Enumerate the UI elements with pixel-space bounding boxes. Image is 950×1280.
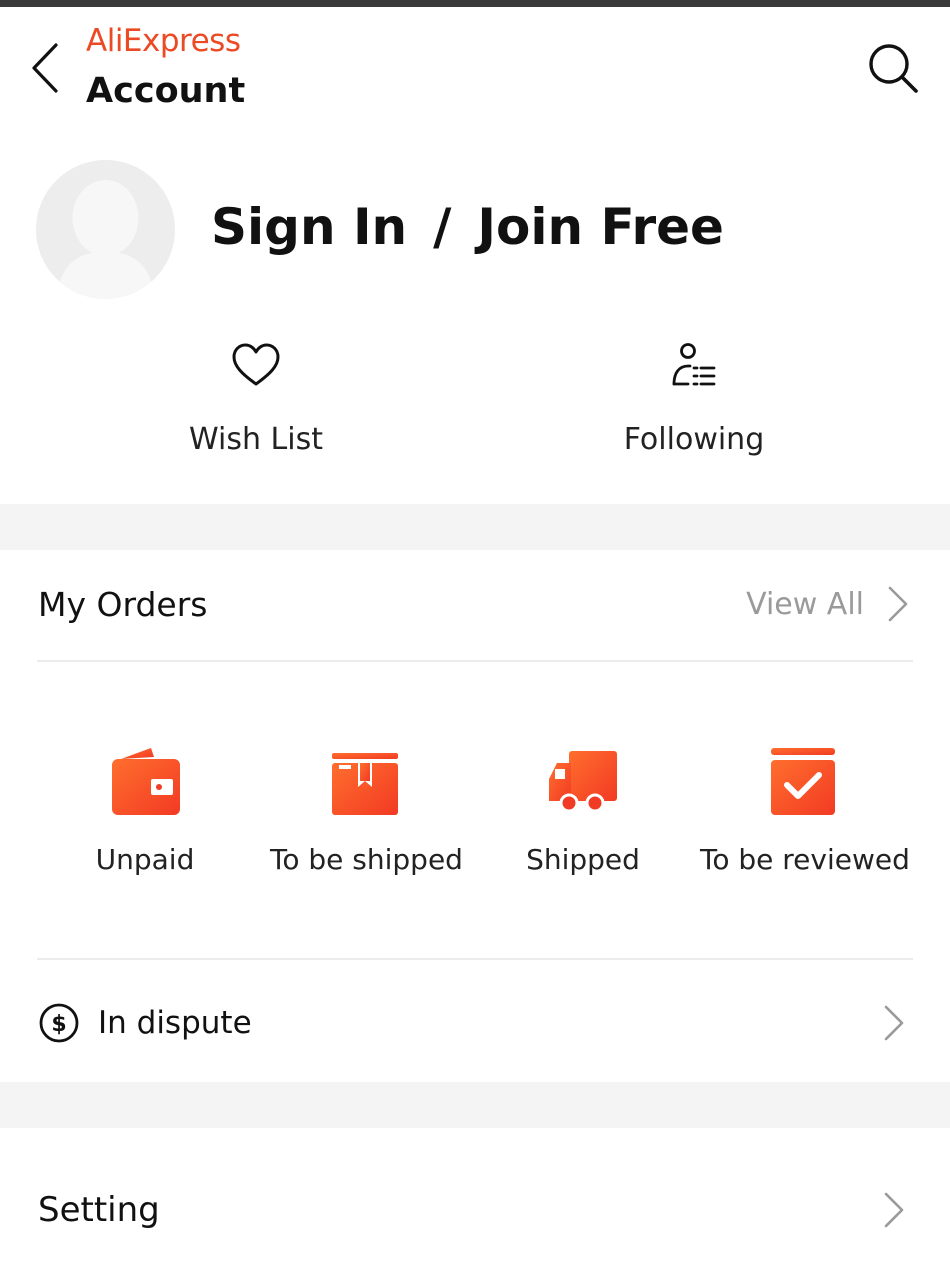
setting-row[interactable]: Setting	[0, 1170, 950, 1250]
header: AliExpress Account	[0, 7, 950, 127]
wallet-icon	[112, 748, 180, 815]
search-icon	[869, 44, 918, 93]
review-check-icon	[770, 748, 835, 815]
my-orders-title: My Orders	[38, 585, 208, 624]
dollar-circle-icon: $	[39, 1003, 79, 1043]
following-icon	[672, 343, 716, 386]
in-dispute-row[interactable]: $ In dispute	[0, 985, 950, 1061]
sign-in-link[interactable]: Sign In	[211, 198, 407, 256]
section-divider	[0, 1082, 950, 1128]
chevron-right-icon	[888, 586, 908, 622]
svg-text:$: $	[51, 1012, 66, 1037]
chevron-left-icon	[32, 43, 58, 93]
heart-icon	[232, 343, 280, 386]
setting-label: Setting	[38, 1190, 160, 1230]
back-button[interactable]	[22, 37, 68, 97]
shipped-label: Shipped	[526, 843, 640, 876]
view-all-orders-button[interactable]: View All	[746, 585, 910, 623]
following-label: Following	[623, 422, 765, 457]
order-unpaid-button[interactable]: Unpaid	[80, 745, 210, 876]
page-title: Account	[86, 71, 246, 111]
view-all-label: View All	[746, 586, 864, 622]
join-free-link[interactable]: Join Free	[477, 198, 724, 256]
package-icon	[332, 753, 398, 815]
search-button[interactable]	[862, 37, 924, 99]
sign-in-join-row: Sign In / Join Free	[211, 198, 724, 256]
chevron-right-icon	[884, 1005, 904, 1041]
wish-list-label: Wish List	[189, 422, 323, 457]
dispute-divider	[37, 958, 913, 960]
section-divider	[0, 504, 950, 550]
to-be-reviewed-label: To be reviewed	[700, 843, 910, 876]
following-button[interactable]: Following	[544, 340, 844, 457]
order-to-be-shipped-button[interactable]: To be shipped	[270, 745, 463, 876]
avatar[interactable]	[36, 160, 175, 299]
order-to-be-reviewed-button[interactable]: To be reviewed	[700, 745, 910, 876]
wish-list-button[interactable]: Wish List	[106, 340, 406, 457]
default-avatar-icon	[36, 160, 175, 299]
status-bar-strip	[0, 0, 950, 7]
to-be-shipped-label: To be shipped	[270, 843, 463, 876]
truck-icon	[549, 751, 617, 813]
separator: /	[433, 198, 452, 256]
in-dispute-label: In dispute	[98, 1005, 252, 1041]
chevron-right-icon	[884, 1192, 904, 1228]
order-shipped-button[interactable]: Shipped	[518, 745, 648, 876]
orders-divider	[37, 660, 913, 662]
unpaid-label: Unpaid	[95, 843, 195, 876]
aliexpress-logo: AliExpress	[86, 23, 241, 59]
